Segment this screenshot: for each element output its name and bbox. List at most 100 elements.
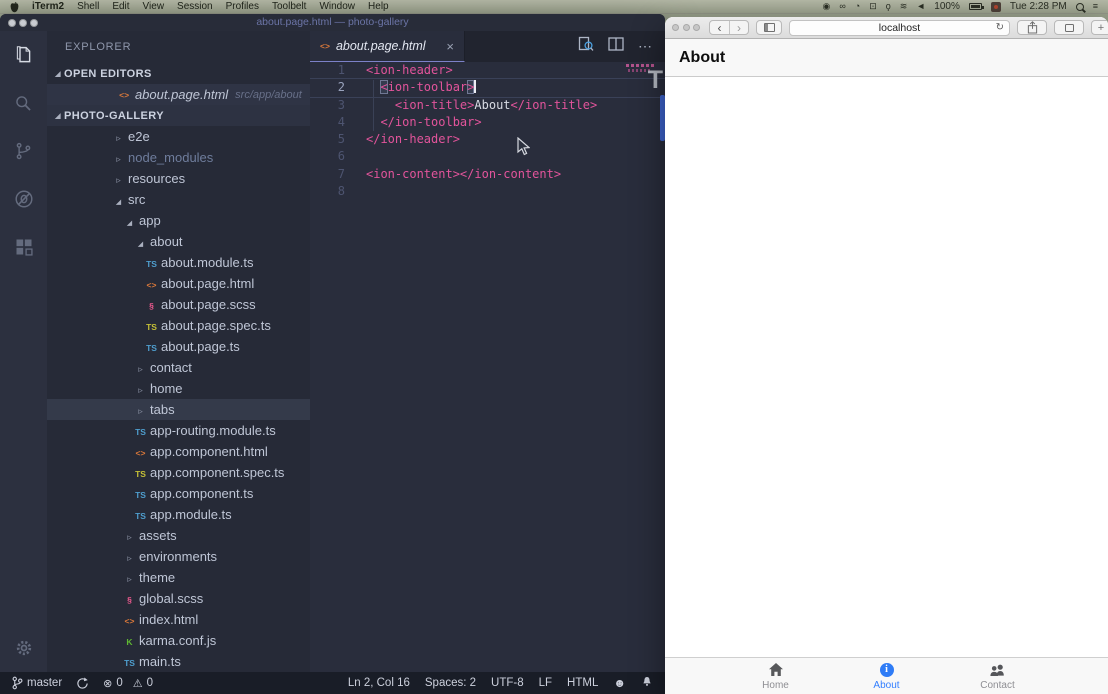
- menu-session[interactable]: Session: [177, 1, 213, 12]
- reload-icon[interactable]: ↻: [996, 22, 1004, 33]
- search-editor-icon[interactable]: [578, 36, 594, 57]
- sidebar-toggle-button[interactable]: [756, 20, 782, 35]
- project-section-header[interactable]: ◢ PHOTO-GALLERY: [47, 105, 310, 126]
- zoom-window-button[interactable]: [693, 24, 700, 31]
- close-window-button[interactable]: [8, 19, 16, 27]
- tab-contact[interactable]: Contact: [942, 658, 1053, 694]
- tree-item-environments[interactable]: ▹environments: [47, 546, 310, 567]
- indentation[interactable]: Spaces: 2: [425, 677, 476, 689]
- tab-about[interactable]: iAbout: [831, 658, 942, 694]
- tree-item-e2e[interactable]: ▹e2e: [47, 126, 310, 147]
- wifi-icon[interactable]: ≋: [900, 2, 908, 11]
- code-line-2[interactable]: 2 <ion-toolbar>: [310, 79, 665, 96]
- back-button[interactable]: ‹: [710, 21, 729, 34]
- menubar-app-name[interactable]: iTerm2: [32, 1, 64, 12]
- tree-item-about.page.ts[interactable]: TSabout.page.ts: [47, 336, 310, 357]
- menu-profiles[interactable]: Profiles: [226, 1, 259, 12]
- tree-item-about.page.scss[interactable]: §about.page.scss: [47, 294, 310, 315]
- timer-icon[interactable]: ◔: [855, 2, 860, 11]
- tree-item-app.component.ts[interactable]: TSapp.component.ts: [47, 483, 310, 504]
- tree-item-global.scss[interactable]: §global.scss: [47, 588, 310, 609]
- settings-gear-icon[interactable]: [0, 624, 47, 672]
- tree-item-app-routing.module.ts[interactable]: TSapp-routing.module.ts: [47, 420, 310, 441]
- feedback-smiley-icon[interactable]: ☻: [613, 676, 626, 690]
- tree-item-theme[interactable]: ▹theme: [47, 567, 310, 588]
- tree-item-app.module.ts[interactable]: TSapp.module.ts: [47, 504, 310, 525]
- code-line-3[interactable]: 3 <ion-title>About</ion-title>: [310, 97, 665, 114]
- code-editor[interactable]: 1<ion-header>2 <ion-toolbar>3 <ion-title…: [310, 62, 665, 672]
- git-branch-indicator[interactable]: master: [12, 676, 62, 690]
- key-icon[interactable]: ϙ: [886, 2, 891, 11]
- eol[interactable]: LF: [539, 677, 552, 689]
- volume-icon[interactable]: ◄: [916, 2, 925, 11]
- tree-item-app[interactable]: ◢app: [47, 210, 310, 231]
- menu-shell[interactable]: Shell: [77, 1, 99, 12]
- tree-item-src[interactable]: ◢src: [47, 189, 310, 210]
- tree-item-contact[interactable]: ▹contact: [47, 357, 310, 378]
- tree-item-about.page.spec.ts[interactable]: TSabout.page.spec.ts: [47, 315, 310, 336]
- spotlight-icon[interactable]: [1076, 3, 1084, 11]
- problems-indicator[interactable]: ⊗ 0 ⚠ 0: [103, 677, 153, 690]
- screen-recording-icon[interactable]: ◉: [823, 2, 831, 11]
- battery-icon[interactable]: [969, 3, 982, 10]
- display-icon[interactable]: ⊡: [869, 2, 877, 11]
- new-tab-button[interactable]: +: [1091, 20, 1108, 35]
- tab-about-page-html[interactable]: <> about.page.html ×: [310, 31, 465, 62]
- tree-item-home[interactable]: ▹home: [47, 378, 310, 399]
- sync-icon[interactable]: [76, 677, 89, 690]
- forward-button[interactable]: ›: [729, 21, 748, 34]
- vscode-titlebar[interactable]: about.page.html — photo-gallery: [0, 14, 665, 31]
- search-icon[interactable]: [0, 79, 47, 127]
- notification-center-icon[interactable]: ≡: [1093, 2, 1098, 11]
- menu-toolbelt[interactable]: Toolbelt: [272, 1, 306, 12]
- input-source-icon[interactable]: [991, 2, 1001, 12]
- menu-help[interactable]: Help: [368, 1, 389, 12]
- debug-icon[interactable]: [0, 175, 47, 223]
- zoom-window-button[interactable]: [30, 19, 38, 27]
- code-line-6[interactable]: 6: [310, 148, 665, 165]
- code-line-7[interactable]: 7<ion-content></ion-content>: [310, 166, 665, 183]
- share-button[interactable]: [1017, 20, 1047, 35]
- code-line-4[interactable]: 4 </ion-toolbar>: [310, 114, 665, 131]
- cursor-position[interactable]: Ln 2, Col 16: [348, 677, 410, 689]
- tree-item-node_modules[interactable]: ▹node_modules: [47, 147, 310, 168]
- tree-item-app.component.html[interactable]: <>app.component.html: [47, 441, 310, 462]
- tree-item-index.html[interactable]: <>index.html: [47, 609, 310, 630]
- open-editor-item[interactable]: <> about.page.html src/app/about: [47, 84, 310, 105]
- minimize-window-button[interactable]: [19, 19, 27, 27]
- battery-percent[interactable]: 100%: [934, 2, 960, 12]
- sixty-icon[interactable]: ∞: [839, 2, 845, 11]
- notifications-bell-icon[interactable]: [641, 675, 653, 691]
- tree-item-app.component.spec.ts[interactable]: TSapp.component.spec.ts: [47, 462, 310, 483]
- encoding[interactable]: UTF-8: [491, 677, 524, 689]
- address-bar[interactable]: localhost ↻: [789, 20, 1010, 36]
- tree-item-about[interactable]: ◢about: [47, 231, 310, 252]
- clock[interactable]: Tue 2:28 PM: [1010, 2, 1067, 12]
- extensions-icon[interactable]: [0, 223, 47, 271]
- code-line-5[interactable]: 5</ion-header>: [310, 131, 665, 148]
- source-control-icon[interactable]: [0, 127, 47, 175]
- menu-window[interactable]: Window: [319, 1, 355, 12]
- close-window-button[interactable]: [672, 24, 679, 31]
- language-mode[interactable]: HTML: [567, 677, 598, 689]
- tab-home[interactable]: Home: [720, 658, 831, 694]
- minimize-window-button[interactable]: [683, 24, 690, 31]
- tree-item-tabs[interactable]: ▹tabs: [47, 399, 310, 420]
- tree-item-assets[interactable]: ▹assets: [47, 525, 310, 546]
- tree-item-karma.conf.js[interactable]: Kkarma.conf.js: [47, 630, 310, 651]
- tree-item-about.page.html[interactable]: <>about.page.html: [47, 273, 310, 294]
- code-line-8[interactable]: 8: [310, 183, 665, 200]
- close-tab-icon[interactable]: ×: [446, 40, 454, 53]
- split-editor-icon[interactable]: [608, 37, 624, 56]
- tree-item-about.module.ts[interactable]: TSabout.module.ts: [47, 252, 310, 273]
- tab-overview-button[interactable]: [1054, 20, 1084, 35]
- menu-view[interactable]: View: [143, 1, 165, 12]
- apple-menu-icon[interactable]: [10, 2, 19, 12]
- code-line-1[interactable]: 1<ion-header>: [310, 62, 665, 79]
- tree-item-main.ts[interactable]: TSmain.ts: [47, 651, 310, 672]
- tree-item-resources[interactable]: ▹resources: [47, 168, 310, 189]
- more-actions-icon[interactable]: ⋯: [638, 38, 653, 55]
- explorer-icon[interactable]: [0, 31, 47, 79]
- menu-edit[interactable]: Edit: [112, 1, 129, 12]
- open-editors-header[interactable]: ◢ OPEN EDITORS: [47, 63, 310, 84]
